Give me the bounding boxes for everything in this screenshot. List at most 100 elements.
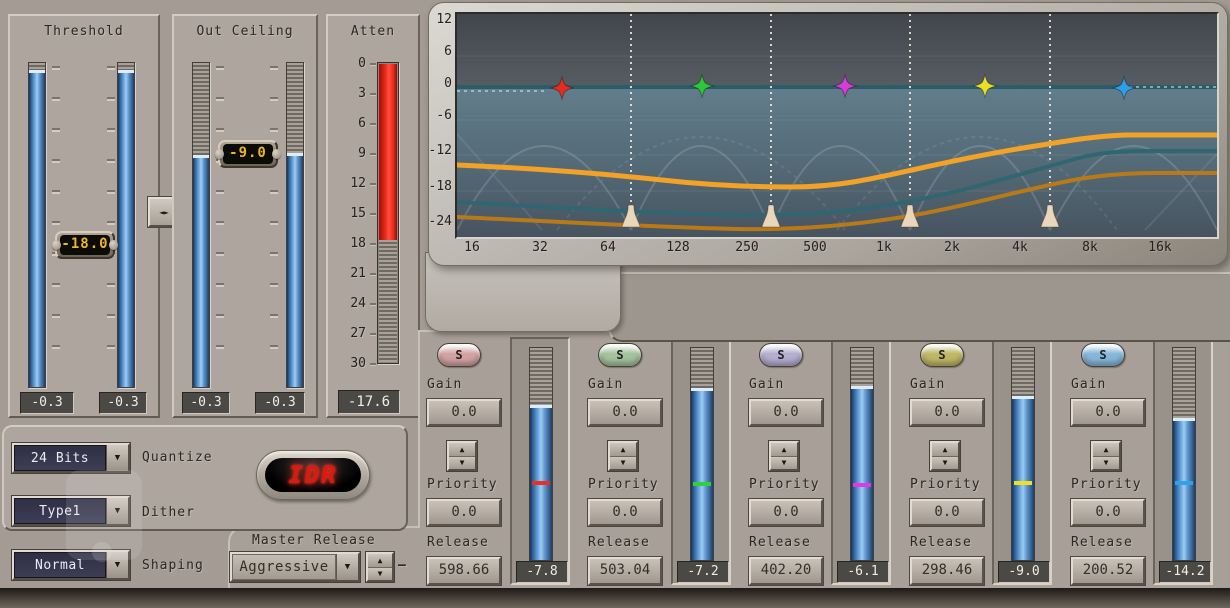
threshold-panel: Threshold -0.3 -0.3 <box>8 14 160 418</box>
band-fader-track[interactable] <box>529 347 553 561</box>
atten-scale-label: 3 <box>330 86 366 101</box>
threshold-value: -18.0 <box>60 235 110 255</box>
release-value[interactable]: 503.04 <box>588 557 662 585</box>
release-value[interactable]: 402.20 <box>749 557 823 585</box>
band-fader[interactable]: -9.0 <box>992 337 1052 585</box>
master-release-dropdown-arrow-icon[interactable]: ▼ <box>336 554 358 580</box>
gain-value[interactable]: 0.0 <box>1071 399 1145 426</box>
quantize-label: Quantize <box>142 450 213 465</box>
atten-scale-label: 6 <box>330 116 366 131</box>
stepper-down-icon[interactable]: ▼ <box>771 457 797 470</box>
video-watermark-overlay <box>66 470 142 560</box>
solo-button[interactable]: S <box>920 343 964 367</box>
atten-scale-label: 9 <box>330 146 366 161</box>
frequency-graph[interactable] <box>455 12 1219 239</box>
stepper-down-icon[interactable]: ▼ <box>368 568 392 581</box>
band-stepper[interactable]: ▲ ▼ <box>1091 441 1121 471</box>
solo-button[interactable]: S <box>759 343 803 367</box>
priority-value[interactable]: 0.0 <box>427 499 501 526</box>
band-fader-marker <box>1014 481 1032 485</box>
threshold-fader-left[interactable] <box>28 62 46 388</box>
gain-value[interactable]: 0.0 <box>910 399 984 426</box>
master-release-value: Aggressive <box>232 554 336 580</box>
plugin-window: Threshold -0.3 -0.3 -18.0 ◄► Out Ceiling <box>0 0 1230 608</box>
dither-label: Dither <box>142 505 195 520</box>
release-label: Release <box>910 535 972 550</box>
priority-value[interactable]: 0.0 <box>749 499 823 526</box>
solo-button[interactable]: S <box>437 343 481 367</box>
stepper-down-icon[interactable]: ▼ <box>449 457 475 470</box>
out-ceiling-scale-ticks <box>216 66 224 376</box>
quantize-dropdown[interactable]: 24 Bits ▼ <box>12 443 130 473</box>
stepper-down-icon[interactable]: ▼ <box>932 457 958 470</box>
solo-button-label: S <box>777 348 784 362</box>
stepper-up-icon[interactable]: ▲ <box>449 443 475 457</box>
stepper-up-icon[interactable]: ▲ <box>771 443 797 457</box>
out-ceiling-title: Out Ceiling <box>174 24 316 39</box>
atten-scale-label: 21 <box>330 266 366 281</box>
atten-meter-fill <box>379 64 397 240</box>
out-ceiling-panel: Out Ceiling -0.3 -0.3 <box>172 14 318 418</box>
band-stepper[interactable]: ▲ ▼ <box>769 441 799 471</box>
band-fader-track[interactable] <box>1011 347 1035 561</box>
gain-label: Gain <box>910 377 945 392</box>
master-release-stepper[interactable]: ▲ ▼ <box>366 552 394 582</box>
priority-value[interactable]: 0.0 <box>1071 499 1145 526</box>
out-ceiling-handle[interactable]: -9.0 <box>218 140 278 168</box>
master-release-label: Master Release <box>252 533 376 548</box>
band-stepper[interactable]: ▲ ▼ <box>608 441 638 471</box>
stepper-up-icon[interactable]: ▲ <box>610 443 636 457</box>
band-meter-readout: -14.2 <box>1159 561 1211 583</box>
release-value[interactable]: 598.66 <box>427 557 501 585</box>
graph-lower-region <box>457 86 1217 237</box>
gain-value[interactable]: 0.0 <box>588 399 662 426</box>
band-fader[interactable]: -7.8 <box>510 337 570 585</box>
solo-button[interactable]: S <box>1081 343 1125 367</box>
stepper-up-icon[interactable]: ▲ <box>1093 443 1119 457</box>
out-ceiling-fader-right[interactable] <box>286 62 304 388</box>
band-fader-track[interactable] <box>690 347 714 561</box>
threshold-fader-right[interactable] <box>117 62 135 388</box>
stepper-up-icon[interactable]: ▲ <box>368 554 392 568</box>
master-release-dropdown[interactable]: Aggressive ▼ <box>230 552 360 582</box>
quantize-dropdown-arrow-icon[interactable]: ▼ <box>106 445 128 471</box>
master-release-dash: – <box>398 558 407 573</box>
gain-label: Gain <box>749 377 784 392</box>
band-stepper[interactable]: ▲ ▼ <box>447 441 477 471</box>
band-fader[interactable]: -7.2 <box>671 337 731 585</box>
gain-value[interactable]: 0.0 <box>749 399 823 426</box>
gain-label: Gain <box>427 377 462 392</box>
band-meter-readout: -9.0 <box>998 561 1050 583</box>
stepper-down-icon[interactable]: ▼ <box>1093 457 1119 470</box>
stepper-up-icon[interactable]: ▲ <box>932 443 958 457</box>
priority-value[interactable]: 0.0 <box>910 499 984 526</box>
out-ceiling-scale-ticks <box>270 66 278 376</box>
graph-y-tick: -6 <box>424 108 452 123</box>
stepper-down-icon[interactable]: ▼ <box>610 457 636 470</box>
priority-value[interactable]: 0.0 <box>588 499 662 526</box>
graph-y-tick: 12 <box>424 12 452 27</box>
release-value[interactable]: 298.46 <box>910 557 984 585</box>
band-fader-track[interactable] <box>850 347 874 561</box>
release-value[interactable]: 200.52 <box>1071 557 1145 585</box>
graph-x-tick: 4k <box>998 240 1042 255</box>
graph-y-tick: -12 <box>424 143 452 158</box>
atten-scale-label: 12 <box>330 176 366 191</box>
solo-button[interactable]: S <box>598 343 642 367</box>
band-meter-readout: -7.8 <box>516 561 568 583</box>
priority-label: Priority <box>910 477 981 492</box>
atten-meter <box>377 62 399 364</box>
band-fader-track[interactable] <box>1172 347 1196 561</box>
graph-x-tick: 500 <box>793 240 837 255</box>
idr-logo: IDR <box>256 450 370 500</box>
priority-label: Priority <box>588 477 659 492</box>
band-stepper[interactable]: ▲ ▼ <box>930 441 960 471</box>
threshold-handle[interactable]: -18.0 <box>55 231 115 259</box>
solo-button-label: S <box>455 348 462 362</box>
gain-value[interactable]: 0.0 <box>427 399 501 426</box>
atten-scale-label: 15 <box>330 206 366 221</box>
threshold-readout-left: -0.3 <box>20 392 74 414</box>
band-fader[interactable]: -14.2 <box>1153 337 1213 585</box>
band-fader[interactable]: -6.1 <box>831 337 891 585</box>
out-ceiling-fader-left[interactable] <box>192 62 210 388</box>
